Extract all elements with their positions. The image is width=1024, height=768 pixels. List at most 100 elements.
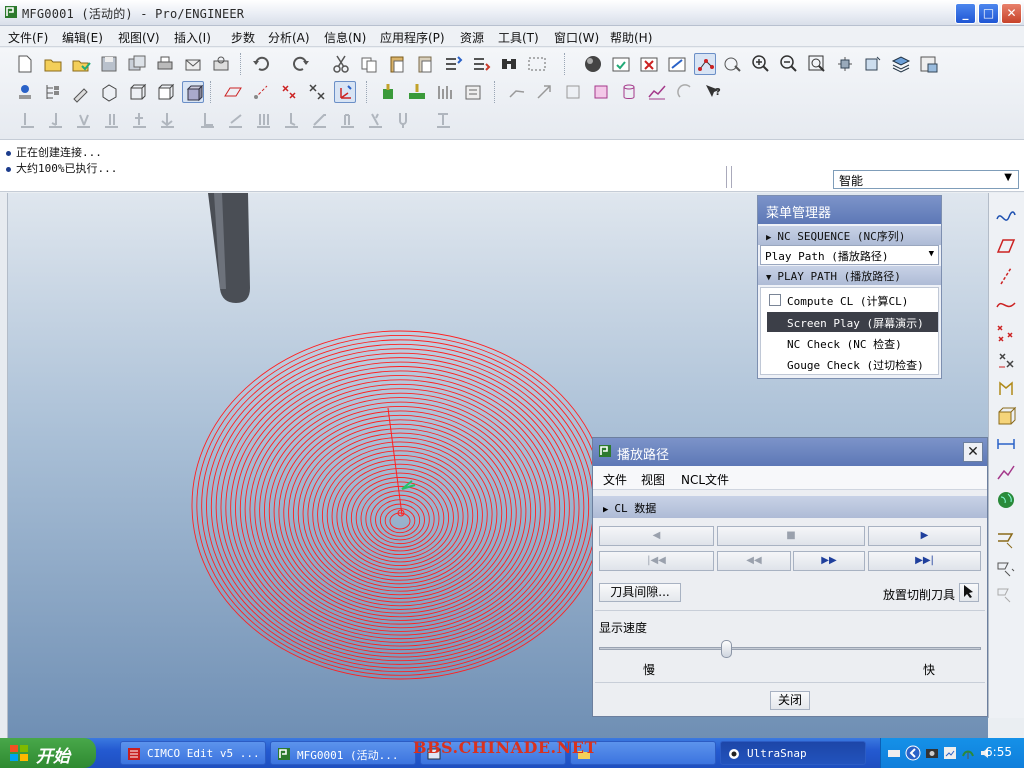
cross-section-side-icon[interactable] [995, 405, 1017, 427]
dimension-side-icon[interactable] [995, 433, 1017, 455]
tool-step-7-icon[interactable] [196, 109, 218, 131]
place-tool-button[interactable] [959, 583, 979, 602]
gouge-check-item[interactable]: Gouge Check (过切检查) [767, 354, 938, 374]
datum-plane-side-icon[interactable] [995, 235, 1017, 257]
toolbar-grip[interactable] [366, 81, 369, 103]
datum-csys-display-icon[interactable] [334, 81, 356, 103]
datum-axis-icon[interactable] [250, 81, 272, 103]
tool-step-9-icon[interactable] [252, 109, 274, 131]
redo-icon[interactable] [290, 53, 312, 75]
undo-icon[interactable] [250, 53, 272, 75]
workpiece-icon[interactable] [406, 81, 428, 103]
close-dialog-button[interactable]: 关闭 [770, 691, 810, 710]
stop-button[interactable]: ■ [717, 526, 865, 546]
menu-insert[interactable]: 插入(I) [174, 29, 211, 46]
datum-axis-side-icon[interactable] [995, 265, 1017, 287]
tool-setup-icon[interactable] [434, 81, 456, 103]
dialog-close-icon[interactable]: ✕ [963, 442, 983, 462]
tool-step-15-icon[interactable] [432, 109, 454, 131]
minimize-button[interactable]: _ [955, 3, 976, 24]
expand-tray-icon[interactable] [905, 745, 921, 761]
turn-profile-icon[interactable] [674, 81, 696, 103]
operation-icon[interactable] [462, 81, 484, 103]
shrink-side-icon[interactable] [995, 461, 1017, 483]
forward-to-end-button[interactable]: ▶▶| [868, 551, 981, 571]
tool-step-11-icon[interactable] [308, 109, 330, 131]
menu-applications[interactable]: 应用程序(P) [380, 29, 445, 46]
open-recent-icon[interactable] [70, 53, 92, 75]
tool-step-6-icon[interactable] [156, 109, 178, 131]
select-box-icon[interactable] [526, 53, 548, 75]
keyboard-icon[interactable] [887, 746, 901, 760]
new-file-icon[interactable] [14, 53, 36, 75]
save-icon[interactable] [98, 53, 120, 75]
context-help-icon[interactable]: ? [702, 81, 724, 103]
find-icon[interactable] [498, 53, 520, 75]
rewind-to-start-button[interactable]: |◀◀ [599, 551, 714, 571]
mill-volume-icon[interactable] [618, 81, 640, 103]
send-mail-icon[interactable] [182, 53, 204, 75]
task-cimco[interactable]: CIMCO Edit v5 ... [120, 741, 266, 765]
dialog-menu-ncl[interactable]: NCL文件 [681, 471, 729, 488]
layers-icon[interactable] [890, 53, 912, 75]
start-button[interactable]: 开始 [0, 738, 96, 768]
tray-app-icon[interactable] [943, 746, 957, 760]
paste-special-icon[interactable] [414, 53, 436, 75]
manufacture-icon[interactable] [378, 81, 400, 103]
mirror-side-icon[interactable] [995, 557, 1017, 579]
model-display-icon[interactable] [14, 81, 36, 103]
speed-slider-track[interactable] [599, 647, 981, 650]
dialog-menu-file[interactable]: 文件 [603, 471, 627, 488]
no-hidden-icon[interactable] [154, 81, 176, 103]
tool-step-4-icon[interactable] [100, 109, 122, 131]
copy-icon[interactable] [358, 53, 380, 75]
menu-file[interactable]: 文件(F) [8, 29, 48, 46]
tool-step-2-icon[interactable] [44, 109, 66, 131]
sash-handle[interactable] [726, 166, 732, 188]
print-icon[interactable] [154, 53, 176, 75]
tool-step-14-icon[interactable] [392, 109, 414, 131]
spin-center-icon[interactable] [722, 53, 744, 75]
mill-window-icon[interactable] [562, 81, 584, 103]
datum-point-icon[interactable] [278, 81, 300, 103]
nc-seq-icon[interactable] [506, 81, 528, 103]
drill-group-icon[interactable] [646, 81, 668, 103]
step-back-button[interactable]: ◀◀ [717, 551, 791, 571]
nc-sequence-section[interactable]: ▶ NC SEQUENCE (NC序列) [758, 226, 941, 245]
analysis-side-icon[interactable] [995, 377, 1017, 399]
tool-step-12-icon[interactable] [336, 109, 358, 131]
play-forward-button[interactable]: ▶ [868, 526, 981, 546]
saved-views-icon[interactable] [862, 53, 884, 75]
datum-csys-side-icon[interactable] [995, 349, 1017, 371]
regenerate-manager-icon[interactable] [470, 53, 492, 75]
close-window-button[interactable]: ✕ [1001, 3, 1022, 24]
sketch-tool-icon[interactable] [70, 81, 92, 103]
compute-cl-item[interactable]: Compute CL (计算CL) [767, 290, 938, 310]
tool-step-8-icon[interactable] [224, 109, 246, 131]
send-attach-icon[interactable] [210, 53, 232, 75]
mill-surface-icon[interactable] [590, 81, 612, 103]
toolbar-grip[interactable] [240, 53, 243, 75]
sketched-curve-icon[interactable] [995, 205, 1017, 227]
menu-view[interactable]: 视图(V) [118, 29, 160, 46]
cl-data-section[interactable]: ▶ CL 数据 [593, 496, 987, 518]
compute-cl-checkbox[interactable] [769, 294, 781, 306]
maximize-button[interactable]: □ [978, 3, 999, 24]
datum-csys-icon[interactable] [306, 81, 328, 103]
menu-edit[interactable]: 编辑(E) [62, 29, 103, 46]
tool-step-1-icon[interactable] [16, 109, 38, 131]
play-reverse-button[interactable]: ◀ [599, 526, 714, 546]
menu-window[interactable]: 窗口(W) [554, 29, 599, 46]
menu-resources[interactable]: 资源 [460, 29, 484, 46]
speed-slider-thumb[interactable] [721, 640, 733, 658]
menu-help[interactable]: 帮助(H) [610, 29, 652, 46]
close-window-icon[interactable] [638, 53, 660, 75]
toolbar-grip[interactable] [494, 81, 497, 103]
network-icon[interactable] [961, 746, 975, 760]
menu-info[interactable]: 信息(N) [324, 29, 366, 46]
play-path-titlebar[interactable]: 播放路径 ✕ [593, 438, 987, 466]
tool-step-10-icon[interactable] [280, 109, 302, 131]
datum-plane-icon[interactable] [222, 81, 244, 103]
save-copy-icon[interactable] [126, 53, 148, 75]
ref-nc-icon[interactable] [534, 81, 556, 103]
